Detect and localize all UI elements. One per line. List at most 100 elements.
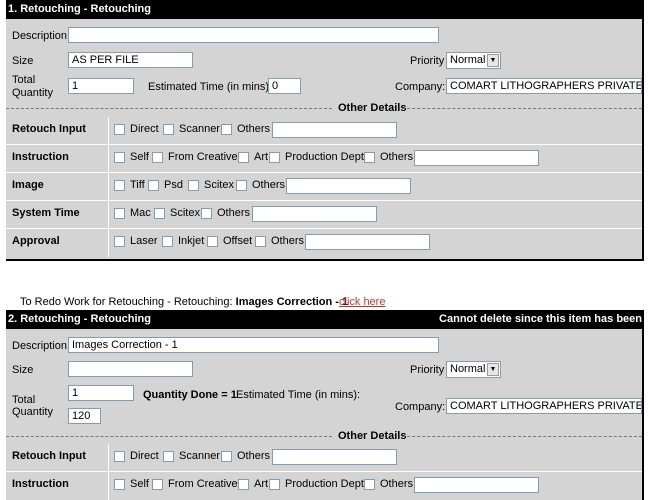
total-quantity-label-line2: Quantity: [12, 87, 53, 99]
others-input[interactable]: [286, 178, 411, 194]
checkbox[interactable]: [114, 207, 125, 219]
checkbox[interactable]: [163, 123, 174, 135]
option-label: Scanner: [179, 450, 220, 462]
total-quantity-label-line2: Quantity: [12, 406, 53, 418]
option-others[interactable]: Others: [201, 207, 250, 219]
chevron-down-icon[interactable]: ▼: [487, 363, 499, 376]
checkbox[interactable]: [114, 151, 125, 163]
option-label: Scitex: [204, 179, 234, 191]
option-scitex[interactable]: Scitex: [154, 207, 200, 219]
description-input[interactable]: Images Correction - 1: [68, 337, 439, 353]
others-input[interactable]: [414, 477, 539, 493]
priority-select[interactable]: Normal ▼: [446, 52, 501, 69]
checkbox[interactable]: [154, 207, 165, 219]
option-label: Production Dept: [285, 151, 364, 163]
checkbox[interactable]: [114, 179, 125, 191]
others-input[interactable]: [272, 449, 397, 465]
option-others[interactable]: Others: [364, 478, 413, 490]
company-input[interactable]: COMART LITHOGRAPHERS PRIVATE LIMITED: [446, 78, 642, 94]
checkbox[interactable]: [148, 179, 159, 191]
priority-value: Normal: [450, 54, 486, 66]
checkbox[interactable]: [207, 235, 218, 247]
checkbox[interactable]: [269, 151, 280, 163]
priority-select[interactable]: Normal ▼: [446, 361, 501, 378]
others-input[interactable]: [414, 150, 539, 166]
cannot-delete-note: Cannot delete since this item has been: [439, 313, 642, 325]
option-label: Direct: [130, 450, 159, 462]
option-from-creative[interactable]: From Creative: [152, 478, 238, 490]
option-label: Laser: [130, 235, 158, 247]
option-others[interactable]: Others: [221, 123, 270, 135]
checkbox[interactable]: [238, 151, 249, 163]
checkbox[interactable]: [114, 450, 125, 462]
redo-prefix: To Redo Work for Retouching - Retouching…: [20, 296, 236, 308]
option-tiff[interactable]: Tiff: [114, 179, 145, 191]
option-others[interactable]: Others: [221, 450, 270, 462]
option-others[interactable]: Others: [364, 151, 413, 163]
description-input[interactable]: [68, 27, 439, 43]
estimated-time-input[interactable]: 0: [268, 78, 301, 94]
row-label: Retouch Input: [12, 123, 86, 135]
option-inkjet[interactable]: Inkjet: [162, 235, 204, 247]
redo-click-here-link[interactable]: click here: [339, 296, 385, 308]
checkbox[interactable]: [236, 179, 247, 191]
others-input[interactable]: [252, 206, 377, 222]
option-others[interactable]: Others: [255, 235, 304, 247]
option-others[interactable]: Others: [236, 179, 285, 191]
option-laser[interactable]: Laser: [114, 235, 158, 247]
option-label: Mac: [130, 207, 151, 219]
checkbox[interactable]: [152, 151, 163, 163]
others-input[interactable]: [305, 234, 430, 250]
option-art[interactable]: Art: [238, 151, 268, 163]
option-mac[interactable]: Mac: [114, 207, 151, 219]
checkbox[interactable]: [163, 450, 174, 462]
option-psd[interactable]: Psd: [148, 179, 183, 191]
option-self[interactable]: Self: [114, 478, 149, 490]
option-label: Others: [217, 207, 251, 219]
company-input[interactable]: COMART LITHOGRAPHERS PRIVATE LIMITED: [446, 398, 642, 414]
priority-label: Priority: [410, 364, 445, 376]
option-self[interactable]: Self: [114, 151, 149, 163]
other-details-heading: Other Details: [338, 102, 407, 114]
panel-2-title: 2. Retouching - Retouching: [8, 313, 151, 325]
checkbox[interactable]: [221, 123, 232, 135]
option-direct[interactable]: Direct: [114, 123, 159, 135]
checkbox[interactable]: [255, 235, 266, 247]
estimated-time-input[interactable]: 120: [68, 408, 101, 424]
size-input[interactable]: [68, 361, 193, 377]
other-details-heading: Other Details: [338, 430, 407, 442]
total-quantity-input[interactable]: 1: [68, 385, 134, 401]
option-production-dept[interactable]: Production Dept: [269, 151, 364, 163]
checkbox[interactable]: [162, 235, 173, 247]
size-label: Size: [12, 364, 34, 376]
option-label: Scitex: [170, 207, 200, 219]
option-scitex[interactable]: Scitex: [188, 179, 234, 191]
size-input[interactable]: AS PER FILE: [68, 52, 193, 68]
option-from-creative[interactable]: From Creative: [152, 151, 238, 163]
checkbox[interactable]: [364, 151, 375, 163]
option-label: Offset: [223, 235, 253, 247]
option-offset[interactable]: Offset: [207, 235, 252, 247]
checkbox[interactable]: [188, 179, 199, 191]
row-label: Retouch Input: [12, 450, 86, 462]
option-art[interactable]: Art: [238, 478, 268, 490]
checkbox[interactable]: [201, 207, 212, 219]
checkbox[interactable]: [238, 478, 249, 490]
checkbox[interactable]: [364, 478, 375, 490]
option-direct[interactable]: Direct: [114, 450, 159, 462]
checkbox[interactable]: [269, 478, 280, 490]
option-label: Others: [237, 123, 271, 135]
checkbox[interactable]: [152, 478, 163, 490]
checkbox[interactable]: [221, 450, 232, 462]
others-input[interactable]: [272, 122, 397, 138]
total-quantity-input[interactable]: 1: [68, 78, 134, 94]
option-scanner[interactable]: Scanner: [163, 450, 220, 462]
chevron-down-icon[interactable]: ▼: [487, 54, 499, 67]
option-production-dept[interactable]: Production Dept: [269, 478, 364, 490]
checkbox[interactable]: [114, 478, 125, 490]
option-label: From Creative: [168, 151, 238, 163]
option-scanner[interactable]: Scanner: [163, 123, 220, 135]
option-label: Self: [130, 478, 149, 490]
checkbox[interactable]: [114, 235, 125, 247]
checkbox[interactable]: [114, 123, 125, 135]
